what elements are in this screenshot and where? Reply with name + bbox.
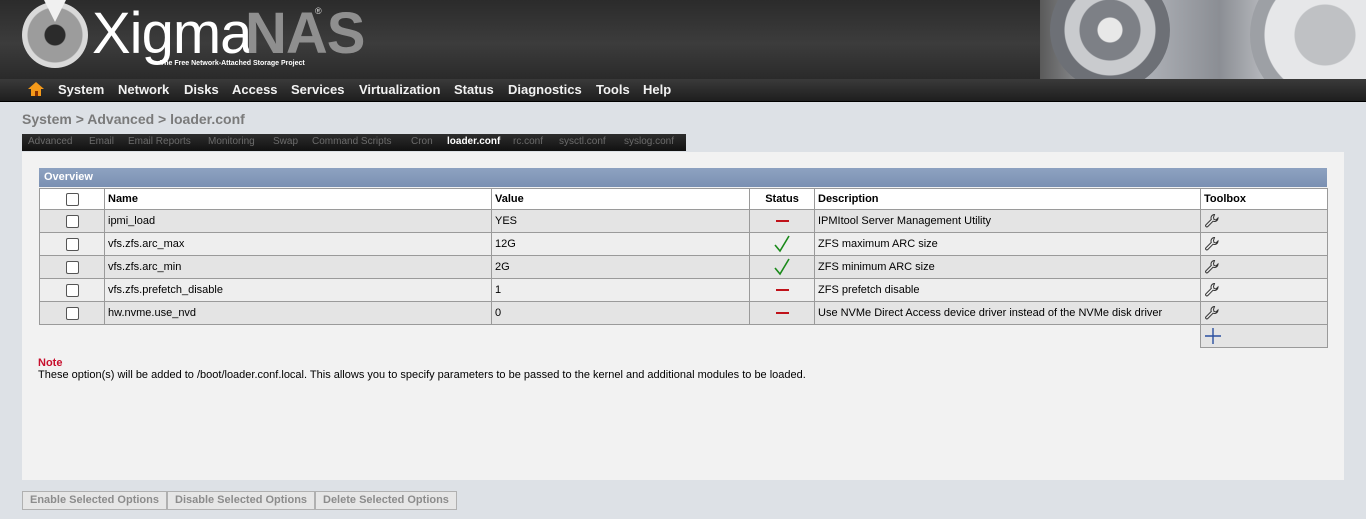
overview-title: Overview [44, 171, 93, 183]
nav-item-virtualization[interactable]: Virtualization [359, 82, 440, 97]
option-value: 1 [491, 278, 750, 302]
tab-email[interactable]: Email [89, 136, 114, 147]
row-checkbox[interactable] [65, 260, 79, 274]
tab-rc-conf[interactable]: rc.conf [513, 136, 543, 147]
main-nav: System Network Disks Access Services Vir… [0, 79, 1366, 102]
delete-selected-button[interactable]: Delete Selected Options [315, 491, 457, 510]
nav-item-status[interactable]: Status [454, 82, 494, 97]
column-value: Value [491, 188, 750, 210]
plus-icon[interactable] [1204, 327, 1222, 345]
content-panel: Overview Name Value Status Description T… [22, 152, 1344, 480]
column-name: Name [104, 188, 492, 210]
add-row [40, 324, 1328, 348]
table-row: vfs.zfs.prefetch_disable 1 ZFS prefetch … [39, 278, 1328, 302]
table-header-row: Name Value Status Description Toolbox [39, 188, 1328, 210]
overview-header: Overview [39, 168, 1327, 187]
column-status: Status [749, 188, 815, 210]
logo-tagline: The Free Network-Attached Storage Projec… [160, 60, 305, 67]
nav-item-access[interactable]: Access [232, 82, 278, 97]
nav-item-disks[interactable]: Disks [184, 82, 219, 97]
table-row: hw.nvme.use_nvd 0 Use NVMe Direct Access… [39, 301, 1328, 325]
disk-platter-icon [1050, 0, 1170, 79]
column-description: Description [814, 188, 1201, 210]
option-value: 12G [491, 232, 750, 256]
wrench-icon[interactable] [1204, 236, 1220, 252]
nav-item-network[interactable]: Network [118, 82, 169, 97]
nav-item-diagnostics[interactable]: Diagnostics [508, 82, 582, 97]
hard-disk-illustration [1040, 0, 1366, 79]
note-text: These option(s) will be added to /boot/l… [38, 369, 806, 381]
option-value: 2G [491, 255, 750, 279]
select-all-cell [39, 188, 105, 210]
option-name: ipmi_load [104, 209, 492, 233]
disk-platter-icon [1250, 0, 1366, 79]
option-value: 0 [491, 301, 750, 325]
home-icon[interactable] [27, 81, 45, 98]
tab-cron[interactable]: Cron [411, 136, 433, 147]
option-description: ZFS minimum ARC size [814, 255, 1201, 279]
wrench-icon[interactable] [1204, 213, 1220, 229]
option-name: hw.nvme.use_nvd [104, 301, 492, 325]
option-name: vfs.zfs.prefetch_disable [104, 278, 492, 302]
nav-item-help[interactable]: Help [643, 82, 671, 97]
option-description: ZFS prefetch disable [814, 278, 1201, 302]
select-all-checkbox[interactable] [65, 192, 79, 206]
tab-syslog-conf[interactable]: syslog.conf [624, 136, 674, 147]
row-checkbox[interactable] [65, 283, 79, 297]
enabled-check-icon [774, 258, 790, 276]
xigmanas-logo: Xigma NAS ® The Free Network-Attached St… [20, 0, 365, 79]
row-checkbox[interactable] [65, 306, 79, 320]
option-description: Use NVMe Direct Access device driver ins… [814, 301, 1201, 325]
logo-notch-icon [44, 0, 66, 22]
note-label: Note [38, 357, 63, 369]
tab-sysctl-conf[interactable]: sysctl.conf [559, 136, 606, 147]
disabled-dash-icon [775, 312, 789, 315]
column-toolbox: Toolbox [1200, 188, 1328, 210]
option-description: IPMItool Server Management Utility [814, 209, 1201, 233]
tab-monitoring[interactable]: Monitoring [208, 136, 255, 147]
tab-advanced[interactable]: Advanced [28, 136, 72, 147]
breadcrumb: System > Advanced > loader.conf [22, 111, 245, 127]
row-checkbox[interactable] [65, 237, 79, 251]
wrench-icon[interactable] [1204, 305, 1220, 321]
disabled-dash-icon [775, 289, 789, 292]
option-name: vfs.zfs.arc_min [104, 255, 492, 279]
tab-strip: Advanced Email Email Reports Monitoring … [22, 134, 686, 151]
header-banner: Xigma NAS ® The Free Network-Attached St… [0, 0, 1366, 79]
nav-item-services[interactable]: Services [291, 82, 345, 97]
option-description: ZFS maximum ARC size [814, 232, 1201, 256]
tab-swap[interactable]: Swap [273, 136, 298, 147]
tab-email-reports[interactable]: Email Reports [128, 136, 191, 147]
option-value: YES [491, 209, 750, 233]
tab-loader-conf[interactable]: loader.conf [447, 136, 500, 147]
table-row: vfs.zfs.arc_max 12G ZFS maximum ARC size [39, 232, 1328, 256]
wrench-icon[interactable] [1204, 259, 1220, 275]
wrench-icon[interactable] [1204, 282, 1220, 298]
nav-item-system[interactable]: System [58, 82, 104, 97]
enable-selected-button[interactable]: Enable Selected Options [22, 491, 167, 510]
table-row: vfs.zfs.arc_min 2G ZFS minimum ARC size [39, 255, 1328, 279]
enabled-check-icon [774, 235, 790, 253]
disable-selected-button[interactable]: Disable Selected Options [167, 491, 316, 510]
nav-item-tools[interactable]: Tools [596, 82, 630, 97]
table-row: ipmi_load YES IPMItool Server Management… [39, 209, 1328, 233]
option-name: vfs.zfs.arc_max [104, 232, 492, 256]
tab-command-scripts[interactable]: Command Scripts [312, 136, 391, 147]
logo-registered-mark: ® [315, 6, 322, 16]
disabled-dash-icon [775, 220, 789, 223]
options-table: Name Value Status Description Toolbox ip… [39, 188, 1328, 348]
row-checkbox[interactable] [65, 214, 79, 228]
